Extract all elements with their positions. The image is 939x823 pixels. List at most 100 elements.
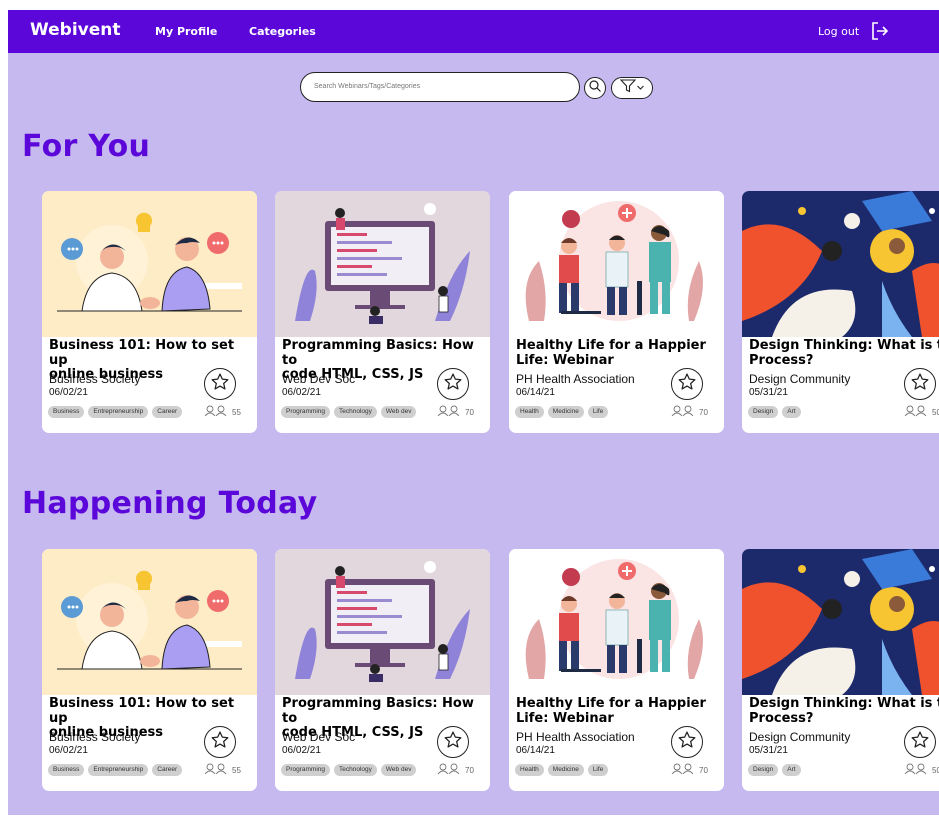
webinar-card[interactable]: Healthy Life for a Happier Life: Webinar… — [509, 549, 724, 791]
card-organizer: Business Society — [49, 730, 141, 744]
attendee-count: 55 — [204, 405, 241, 419]
favorite-button[interactable] — [204, 726, 236, 758]
tag-list: Programming Technology Web dev — [281, 764, 417, 776]
tag-list: Design Art — [748, 406, 801, 418]
attendees-icon — [437, 405, 463, 419]
attendees-icon — [904, 405, 930, 419]
star-icon — [443, 372, 463, 397]
search-input[interactable]: Search Webinars/Tags/Categories — [300, 72, 580, 102]
tag-list: Health Medicine Life — [515, 406, 609, 418]
brand-logo[interactable]: Webivent — [30, 20, 121, 40]
search-button[interactable] — [584, 77, 606, 99]
star-icon — [910, 730, 930, 755]
webinar-card[interactable]: Business 101: How to set up online busin… — [42, 191, 257, 433]
tag[interactable]: Technology — [334, 764, 377, 776]
tag[interactable]: Medicine — [547, 764, 584, 776]
webinar-card[interactable]: Business 101: How to set up online busin… — [42, 549, 257, 791]
navbar: Webivent My Profile Categories Log out — [8, 10, 939, 53]
star-icon — [210, 372, 230, 397]
card-illustration-design — [742, 549, 939, 695]
tag[interactable]: Design — [748, 406, 779, 418]
favorite-button[interactable] — [204, 368, 236, 400]
attendees-icon — [671, 763, 697, 777]
filter-button[interactable] — [611, 77, 653, 99]
card-illustration-programming — [275, 191, 490, 337]
favorite-button[interactable] — [904, 368, 936, 400]
tag[interactable]: Health — [515, 406, 544, 418]
star-icon — [910, 372, 930, 397]
section-title-for-you: For You — [22, 129, 151, 164]
star-icon — [443, 730, 463, 755]
tag[interactable]: Life — [587, 406, 609, 418]
card-title: Design Thinking: What is th Process? — [749, 338, 939, 368]
tag[interactable]: Technology — [334, 406, 377, 418]
tag-list: Design Art — [748, 764, 801, 776]
card-organizer: Design Community — [749, 730, 851, 744]
card-title: Healthy Life for a Happier Life: Webinar — [516, 338, 706, 368]
card-date: 06/02/21 — [282, 387, 321, 398]
tag[interactable]: Life — [587, 764, 609, 776]
tag[interactable]: Programming — [281, 406, 331, 418]
card-title: Design Thinking: What is th Process? — [749, 696, 939, 726]
tag[interactable]: Business — [48, 764, 85, 776]
tag[interactable]: Health — [515, 764, 544, 776]
attendees-icon — [204, 405, 230, 419]
tag[interactable]: Programming — [281, 764, 331, 776]
card-illustration-business — [42, 549, 257, 695]
card-date: 06/14/21 — [516, 387, 555, 398]
tag[interactable]: Art — [782, 406, 801, 418]
attendees-icon — [904, 763, 930, 777]
star-icon — [210, 730, 230, 755]
card-date: 06/14/21 — [516, 745, 555, 756]
filter-icon — [619, 78, 636, 98]
attendee-count: 50 — [904, 405, 939, 419]
attendee-count-value: 70 — [699, 407, 708, 417]
attendee-count-value: 55 — [232, 407, 241, 417]
webinar-card[interactable]: Programming Basics: How to code HTML, CS… — [275, 191, 490, 433]
favorite-button[interactable] — [437, 368, 469, 400]
star-icon — [677, 372, 697, 397]
webinar-card[interactable]: Design Thinking: What is th Process? Des… — [742, 191, 939, 433]
attendee-count: 50 — [904, 763, 939, 777]
nav-my-profile[interactable]: My Profile — [155, 25, 217, 38]
app-page: Webivent My Profile Categories Log out S… — [8, 10, 939, 815]
card-organizer: Design Community — [749, 372, 851, 386]
card-date: 05/31/21 — [749, 745, 788, 756]
chevron-down-icon — [636, 79, 645, 97]
logout-button[interactable]: Log out — [818, 25, 859, 38]
webinar-card[interactable]: Healthy Life for a Happier Life: Webinar… — [509, 191, 724, 433]
card-illustration-health — [509, 191, 724, 337]
tag[interactable]: Career — [152, 764, 183, 776]
tag[interactable]: Design — [748, 764, 779, 776]
tag[interactable]: Web dev — [380, 406, 417, 418]
attendee-count: 70 — [671, 763, 708, 777]
card-organizer: Business Society — [49, 372, 141, 386]
tag[interactable]: Medicine — [547, 406, 584, 418]
favorite-button[interactable] — [904, 726, 936, 758]
tag[interactable]: Web dev — [380, 764, 417, 776]
tag[interactable]: Business — [48, 406, 85, 418]
webinar-card[interactable]: Design Thinking: What is th Process? Des… — [742, 549, 939, 791]
tag[interactable]: Entrepreneurship — [88, 764, 149, 776]
favorite-button[interactable] — [671, 726, 703, 758]
tag-list: Business Entrepreneurship Career — [48, 406, 183, 418]
attendee-count-value: 70 — [465, 765, 474, 775]
favorite-button[interactable] — [671, 368, 703, 400]
tag[interactable]: Career — [152, 406, 183, 418]
attendees-icon — [437, 763, 463, 777]
attendee-count: 70 — [671, 405, 708, 419]
tag[interactable]: Entrepreneurship — [88, 406, 149, 418]
logout-icon[interactable] — [870, 21, 890, 46]
card-date: 05/31/21 — [749, 387, 788, 398]
nav-categories[interactable]: Categories — [249, 25, 316, 38]
tag-list: Business Entrepreneurship Career — [48, 764, 183, 776]
favorite-button[interactable] — [437, 726, 469, 758]
webinar-card[interactable]: Programming Basics: How to code HTML, CS… — [275, 549, 490, 791]
attendee-count: 70 — [437, 405, 474, 419]
card-organizer: PH Health Association — [516, 372, 635, 386]
attendee-count-value: 55 — [232, 765, 241, 775]
section-title-happening-today: Happening Today — [22, 486, 318, 521]
card-illustration-health — [509, 549, 724, 695]
search-icon — [588, 79, 602, 98]
tag[interactable]: Art — [782, 764, 801, 776]
